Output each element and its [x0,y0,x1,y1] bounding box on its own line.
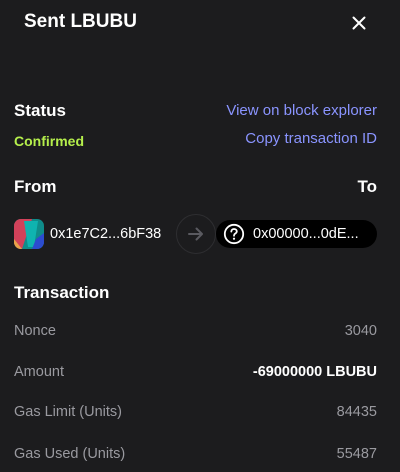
close-button[interactable] [346,10,372,36]
from-address-text: 0x1e7C2...6bF38 [50,226,162,242]
to-label: To [357,177,377,196]
status-label: Status [14,101,66,120]
gas-limit-value: 84435 [336,404,377,420]
token-avatar-icon [14,219,44,249]
view-block-explorer-link[interactable]: View on block explorer [226,102,377,119]
nonce-value: 3040 [344,323,377,339]
amount-value: -69000000 LBUBU [252,364,377,380]
gas-used-value: 55487 [336,446,377,462]
question-circle-icon [223,223,245,245]
arrow-right-icon [188,227,203,241]
from-label: From [14,177,57,196]
dialog-title: Sent LBUBU [24,11,137,32]
transaction-section-title: Transaction [14,283,110,302]
from-address[interactable]: 0x1e7C2...6bF38 [14,218,161,250]
to-address[interactable]: 0x00000...0dE... [216,220,377,248]
gas-used-label: Gas Used (Units) [14,446,126,462]
close-icon [352,16,366,30]
dialog-header: Sent LBUBU [0,0,400,48]
amount-label: Amount [14,364,64,380]
to-address-text: 0x00000...0dE... [253,226,359,242]
copy-transaction-id-link[interactable]: Copy transaction ID [245,130,377,147]
status-badge: Confirmed [14,133,84,149]
nonce-label: Nonce [14,323,56,339]
transfer-direction [176,214,216,254]
gas-limit-label: Gas Limit (Units) [14,404,122,420]
